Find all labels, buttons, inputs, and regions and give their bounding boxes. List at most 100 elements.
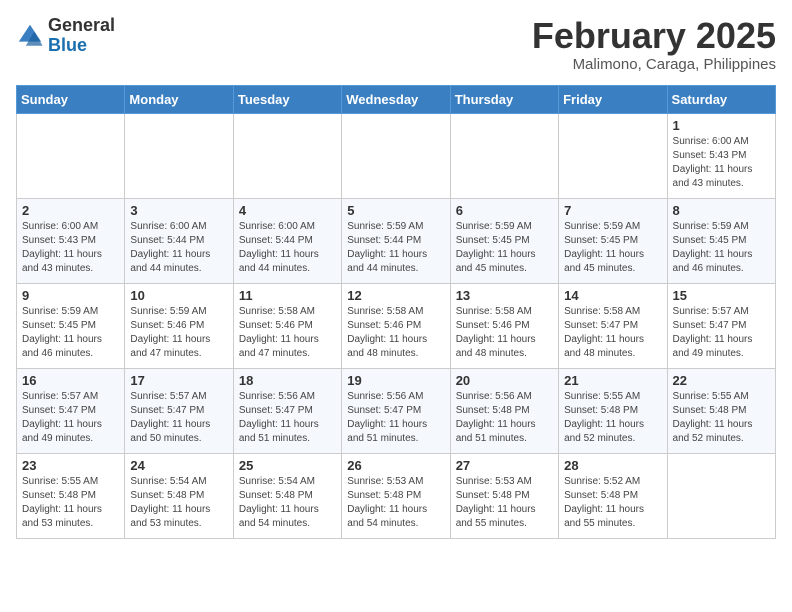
calendar-cell (125, 113, 233, 198)
calendar-cell: 27 Sunrise: 5:53 AM Sunset: 5:48 PM Dayli… (450, 453, 558, 538)
day-number: 8 (673, 203, 770, 218)
day-info: Sunrise: 5:58 AM Sunset: 5:46 PM Dayligh… (239, 305, 336, 361)
day-number: 10 (130, 288, 227, 303)
calendar-cell (559, 113, 667, 198)
day-number: 11 (239, 288, 336, 303)
calendar-cell: 13 Sunrise: 5:58 AM Sunset: 5:46 PM Dayli… (450, 283, 558, 368)
calendar-body: 1 Sunrise: 6:00 AM Sunset: 5:43 PM Daylig… (17, 113, 776, 538)
calendar-header: SundayMondayTuesdayWednesdayThursdayFrid… (17, 85, 776, 113)
calendar-cell: 11 Sunrise: 5:58 AM Sunset: 5:46 PM Dayli… (233, 283, 341, 368)
calendar-cell (233, 113, 341, 198)
calendar-week-row: 16 Sunrise: 5:57 AM Sunset: 5:47 PM Dayli… (17, 368, 776, 453)
day-info: Sunrise: 5:54 AM Sunset: 5:48 PM Dayligh… (239, 475, 336, 531)
calendar-week-row: 2 Sunrise: 6:00 AM Sunset: 5:43 PM Daylig… (17, 198, 776, 283)
day-number: 18 (239, 373, 336, 388)
calendar-cell: 3 Sunrise: 6:00 AM Sunset: 5:44 PM Daylig… (125, 198, 233, 283)
day-number: 26 (347, 458, 444, 473)
day-info: Sunrise: 6:00 AM Sunset: 5:44 PM Dayligh… (130, 220, 227, 276)
day-info: Sunrise: 5:59 AM Sunset: 5:46 PM Dayligh… (130, 305, 227, 361)
calendar-cell: 26 Sunrise: 5:53 AM Sunset: 5:48 PM Dayli… (342, 453, 450, 538)
day-number: 7 (564, 203, 661, 218)
day-info: Sunrise: 5:59 AM Sunset: 5:44 PM Dayligh… (347, 220, 444, 276)
calendar-week-row: 23Sunrise: 5:55 AM Sunset: 5:48 PM Dayli… (17, 453, 776, 538)
day-number: 21 (564, 373, 661, 388)
day-number: 2 (22, 203, 119, 218)
calendar-cell: 9Sunrise: 5:59 AM Sunset: 5:45 PM Daylig… (17, 283, 125, 368)
day-number: 12 (347, 288, 444, 303)
calendar-cell: 17 Sunrise: 5:57 AM Sunset: 5:47 PM Dayli… (125, 368, 233, 453)
day-info: Sunrise: 5:56 AM Sunset: 5:47 PM Dayligh… (239, 390, 336, 446)
day-info: Sunrise: 5:53 AM Sunset: 5:48 PM Dayligh… (347, 475, 444, 531)
day-info: Sunrise: 5:53 AM Sunset: 5:48 PM Dayligh… (456, 475, 553, 531)
day-info: Sunrise: 5:54 AM Sunset: 5:48 PM Dayligh… (130, 475, 227, 531)
calendar-week-row: 1 Sunrise: 6:00 AM Sunset: 5:43 PM Daylig… (17, 113, 776, 198)
calendar-cell: 28Sunrise: 5:52 AM Sunset: 5:48 PM Dayli… (559, 453, 667, 538)
weekday-header: Tuesday (233, 85, 341, 113)
calendar-cell (342, 113, 450, 198)
day-info: Sunrise: 6:00 AM Sunset: 5:43 PM Dayligh… (673, 135, 770, 191)
calendar-cell (17, 113, 125, 198)
day-number: 15 (673, 288, 770, 303)
day-info: Sunrise: 5:55 AM Sunset: 5:48 PM Dayligh… (564, 390, 661, 446)
day-info: Sunrise: 5:59 AM Sunset: 5:45 PM Dayligh… (564, 220, 661, 276)
title-block: February 2025 Malimono, Caraga, Philippi… (532, 16, 776, 73)
location: Malimono, Caraga, Philippines (532, 56, 776, 73)
page-header: General Blue February 2025 Malimono, Car… (16, 16, 776, 73)
day-info: Sunrise: 5:55 AM Sunset: 5:48 PM Dayligh… (673, 390, 770, 446)
calendar-cell: 24 Sunrise: 5:54 AM Sunset: 5:48 PM Dayli… (125, 453, 233, 538)
calendar-cell: 18 Sunrise: 5:56 AM Sunset: 5:47 PM Dayli… (233, 368, 341, 453)
day-number: 17 (130, 373, 227, 388)
day-number: 4 (239, 203, 336, 218)
calendar-cell: 15Sunrise: 5:57 AM Sunset: 5:47 PM Dayli… (667, 283, 775, 368)
logo-line2: Blue (48, 36, 115, 56)
day-info: Sunrise: 5:58 AM Sunset: 5:47 PM Dayligh… (564, 305, 661, 361)
weekday-header: Friday (559, 85, 667, 113)
calendar-cell: 21 Sunrise: 5:55 AM Sunset: 5:48 PM Dayli… (559, 368, 667, 453)
calendar-cell: 4 Sunrise: 6:00 AM Sunset: 5:44 PM Daylig… (233, 198, 341, 283)
calendar-cell: 19 Sunrise: 5:56 AM Sunset: 5:47 PM Dayli… (342, 368, 450, 453)
day-number: 16 (22, 373, 119, 388)
day-info: Sunrise: 5:57 AM Sunset: 5:47 PM Dayligh… (130, 390, 227, 446)
calendar-cell: 22Sunrise: 5:55 AM Sunset: 5:48 PM Dayli… (667, 368, 775, 453)
logo: General Blue (16, 16, 115, 56)
month-title: February 2025 (532, 16, 776, 56)
calendar-week-row: 9Sunrise: 5:59 AM Sunset: 5:45 PM Daylig… (17, 283, 776, 368)
calendar-cell: 2 Sunrise: 6:00 AM Sunset: 5:43 PM Daylig… (17, 198, 125, 283)
calendar-cell (667, 453, 775, 538)
day-info: Sunrise: 5:59 AM Sunset: 5:45 PM Dayligh… (673, 220, 770, 276)
weekday-header: Wednesday (342, 85, 450, 113)
day-number: 27 (456, 458, 553, 473)
day-info: Sunrise: 5:56 AM Sunset: 5:47 PM Dayligh… (347, 390, 444, 446)
day-info: Sunrise: 5:52 AM Sunset: 5:48 PM Dayligh… (564, 475, 661, 531)
day-number: 23 (22, 458, 119, 473)
day-info: Sunrise: 5:59 AM Sunset: 5:45 PM Dayligh… (456, 220, 553, 276)
day-number: 3 (130, 203, 227, 218)
calendar-cell: 20Sunrise: 5:56 AM Sunset: 5:48 PM Dayli… (450, 368, 558, 453)
day-number: 14 (564, 288, 661, 303)
calendar-cell: 8 Sunrise: 5:59 AM Sunset: 5:45 PM Daylig… (667, 198, 775, 283)
day-number: 9 (22, 288, 119, 303)
day-number: 1 (673, 118, 770, 133)
day-number: 5 (347, 203, 444, 218)
calendar-cell: 25Sunrise: 5:54 AM Sunset: 5:48 PM Dayli… (233, 453, 341, 538)
day-info: Sunrise: 6:00 AM Sunset: 5:43 PM Dayligh… (22, 220, 119, 276)
calendar-cell: 6 Sunrise: 5:59 AM Sunset: 5:45 PM Daylig… (450, 198, 558, 283)
calendar-cell: 5 Sunrise: 5:59 AM Sunset: 5:44 PM Daylig… (342, 198, 450, 283)
calendar-cell: 14 Sunrise: 5:58 AM Sunset: 5:47 PM Dayli… (559, 283, 667, 368)
logo-icon (16, 22, 44, 50)
calendar-cell: 16 Sunrise: 5:57 AM Sunset: 5:47 PM Dayli… (17, 368, 125, 453)
day-info: Sunrise: 5:57 AM Sunset: 5:47 PM Dayligh… (22, 390, 119, 446)
day-info: Sunrise: 5:58 AM Sunset: 5:46 PM Dayligh… (456, 305, 553, 361)
day-number: 13 (456, 288, 553, 303)
weekday-header: Saturday (667, 85, 775, 113)
day-info: Sunrise: 5:58 AM Sunset: 5:46 PM Dayligh… (347, 305, 444, 361)
calendar-cell: 1 Sunrise: 6:00 AM Sunset: 5:43 PM Daylig… (667, 113, 775, 198)
day-info: Sunrise: 5:56 AM Sunset: 5:48 PM Dayligh… (456, 390, 553, 446)
day-number: 19 (347, 373, 444, 388)
day-info: Sunrise: 6:00 AM Sunset: 5:44 PM Dayligh… (239, 220, 336, 276)
calendar-cell: 10 Sunrise: 5:59 AM Sunset: 5:46 PM Dayli… (125, 283, 233, 368)
calendar-cell (450, 113, 558, 198)
calendar-cell: 12 Sunrise: 5:58 AM Sunset: 5:46 PM Dayli… (342, 283, 450, 368)
day-number: 24 (130, 458, 227, 473)
day-number: 6 (456, 203, 553, 218)
